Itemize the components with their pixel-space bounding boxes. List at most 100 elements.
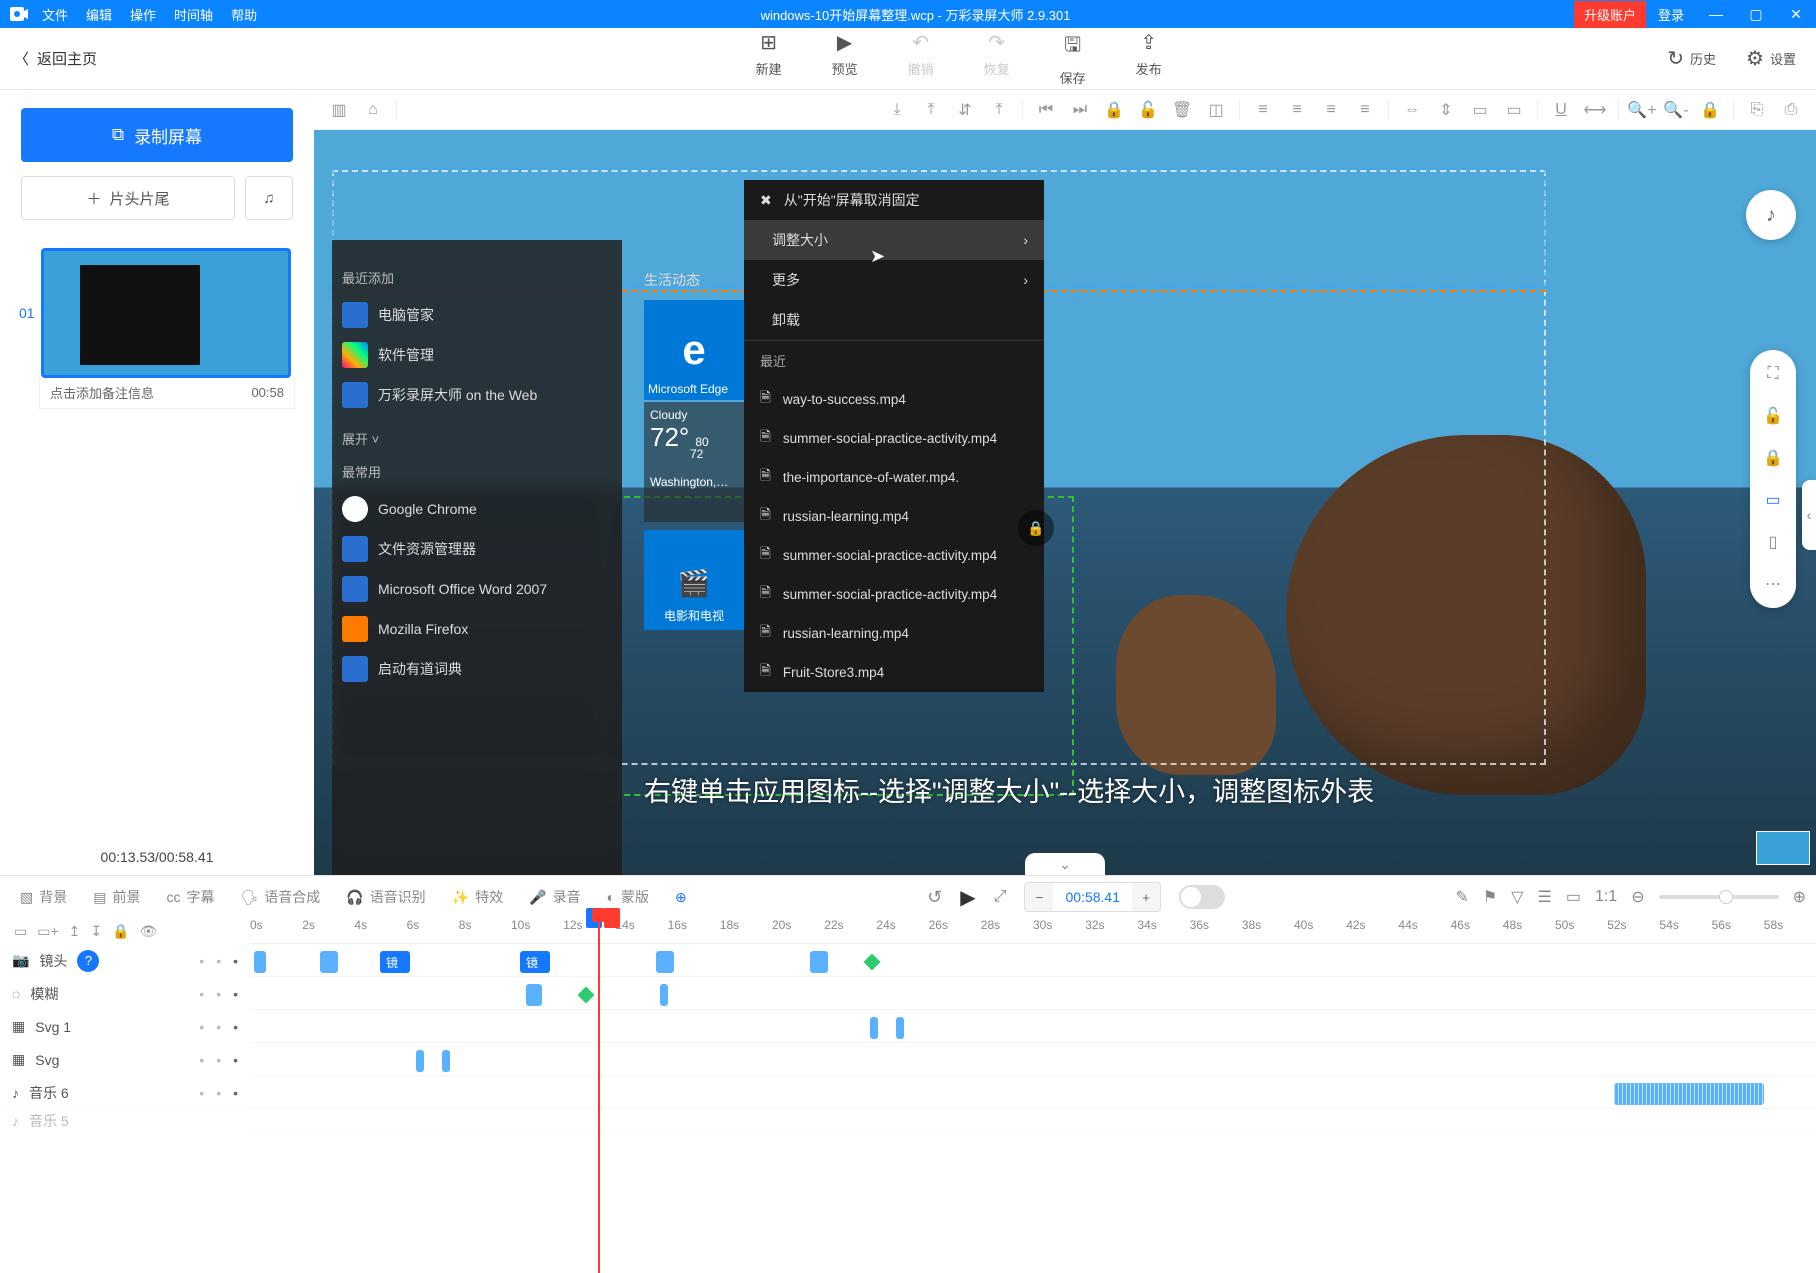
folder-plus-icon[interactable]: ▭+ [37,923,58,940]
upgrade-button[interactable]: 升级账户 [1574,1,1646,28]
track-label-svg[interactable]: ▦Svg••• [0,1043,250,1076]
undo-button[interactable]: ↶撤销 [908,30,934,87]
settings-button[interactable]: ⚙设置 [1746,46,1796,71]
window-maximize-icon[interactable]: ▢ [1736,6,1776,23]
timeline-tracks[interactable]: 0s2s4s6s8s10s12s14s16s18s20s22s24s26s28s… [250,918,1816,1108]
cm-file-item[interactable]: 🗎summer-social-practice-activity.mp4 [744,575,1044,614]
redo-button[interactable]: ↷恢复 [984,30,1010,87]
cm-more[interactable]: 更多› [744,260,1044,300]
record-screen-button[interactable]: ⧉ 录制屏幕 [21,108,293,162]
menu-help[interactable]: 帮助 [231,5,257,24]
tab-tts[interactable]: 🗣语音合成 [230,881,330,913]
visibility-icon[interactable]: 👁 [140,923,158,940]
down-icon[interactable]: ↧ [90,923,102,940]
clip-label[interactable]: 镜 [380,951,410,973]
music-fab-button[interactable]: ♪ [1746,190,1796,240]
lock-track-icon[interactable]: 🔒 [112,923,129,940]
tab-more[interactable]: ⊕ [665,883,697,912]
track-svg[interactable] [250,1043,1816,1076]
zoom-in-icon[interactable]: 🔍+ [1627,96,1657,124]
audio-clip[interactable] [1614,1083,1764,1105]
clip[interactable] [870,1017,878,1039]
ratio-icon[interactable]: 1:1 [1595,888,1617,906]
timeline-ruler[interactable]: 0s2s4s6s8s10s12s14s16s18s20s22s24s26s28s… [250,918,1816,944]
align-top-icon[interactable]: ⤒ [916,96,946,124]
group-icon[interactable]: ▭ [1465,96,1495,124]
paste-icon[interactable]: ⎙ [1776,96,1806,124]
help-icon[interactable]: ? [77,950,99,972]
cm-file-item[interactable]: 🗎summer-social-practice-activity.mp4 [744,536,1044,575]
trash-icon[interactable]: 🗑 [1167,96,1197,124]
snap-toggle[interactable] [1179,885,1225,909]
tab-foreground[interactable]: ▤前景 [83,881,150,913]
align-center-icon[interactable]: ≡ [1282,96,1312,124]
preview-button[interactable]: ▶预览 [832,30,858,87]
track-music[interactable] [250,1076,1816,1109]
folder-icon[interactable]: ▭ [14,923,27,940]
clip-thumbnail[interactable] [41,248,291,378]
tab-subtitle[interactable]: cc字幕 [156,881,224,913]
clip[interactable] [254,951,266,973]
playhead[interactable] [598,918,600,1273]
tab-asr[interactable]: 🎧语音识别 [336,881,435,913]
zoom-slider[interactable] [1659,895,1779,899]
menu-timeline[interactable]: 时间轴 [174,5,213,24]
align-justify-icon[interactable]: ≡ [1350,96,1380,124]
publish-button[interactable]: ⇪发布 [1136,30,1162,87]
clip-caption[interactable]: 点击添加备注信息 [50,383,154,402]
cm-file-item[interactable]: 🗎summer-social-practice-activity.mp4 [744,419,1044,458]
login-button[interactable]: 登录 [1646,5,1696,24]
distribute-v-icon[interactable]: ⇕ [1431,96,1461,124]
intro-outro-button[interactable]: ＋片头片尾 [21,176,235,220]
cm-file-item[interactable]: 🗎russian-learning.mp4 [744,614,1044,653]
copy-icon[interactable]: ⎘ [1742,96,1772,124]
unlock2-icon[interactable]: 🔓 [1761,404,1785,428]
download-icon[interactable]: ⤓ [882,96,912,124]
track-label-svg1[interactable]: ▦Svg 1••• [0,1010,250,1043]
unlock-icon[interactable]: 🔓 [1133,96,1163,124]
timeline-play-icon[interactable]: ▶ [960,885,975,910]
cm-uninstall[interactable]: 卸载 [744,300,1044,340]
time-plus-button[interactable]: + [1132,883,1160,911]
track-label-blur[interactable]: ◌模糊••• [0,977,250,1010]
time-minus-button[interactable]: − [1025,883,1053,911]
track-label-lens[interactable]: 📷镜头?••• [0,944,250,977]
track-svg1[interactable] [250,1010,1816,1043]
skip-end-icon[interactable]: ⏭ [1065,96,1095,124]
more-icon[interactable]: ⋯ [1761,572,1785,596]
list-icon[interactable]: ☰ [1537,887,1551,907]
timeline-rewind-icon[interactable]: ↺ [927,887,942,908]
align-right-icon[interactable]: ≡ [1316,96,1346,124]
window-minimize-icon[interactable]: — [1696,6,1736,22]
marker-icon[interactable]: ⚑ [1483,887,1497,907]
home-icon[interactable]: ⌂ [358,96,388,124]
zoom-in-tl-icon[interactable]: ⊕ [1793,887,1806,907]
zoom-out-tl-icon[interactable]: ⊖ [1631,887,1644,907]
menu-action[interactable]: 操作 [130,5,156,24]
lock2-icon[interactable]: 🔒 [1761,446,1785,470]
crop-icon[interactable]: ◫ [1201,96,1231,124]
keyframe[interactable] [578,987,595,1004]
pip-thumbnail[interactable] [1756,831,1810,865]
cm-file-item[interactable]: 🗎Fruit-Store3.mp4 [744,653,1044,692]
lock-icon[interactable]: 🔒 [1099,96,1129,124]
music-library-button[interactable]: ♫ [245,176,293,220]
playhead-handle-red[interactable] [604,908,620,928]
new-button[interactable]: ⊞新建 [756,30,782,87]
clip[interactable] [526,984,542,1006]
up-icon[interactable]: ↥ [69,923,81,940]
canvas-stage[interactable]: 最近添加 电脑管家 软件管理 万彩录屏大师 on the Web 展开 ˅ 最常… [314,130,1816,875]
clip[interactable] [810,951,828,973]
track-label-music[interactable]: ♪音乐 6••• [0,1076,250,1109]
align-bottom-icon[interactable]: ⤒ [984,96,1014,124]
right-edge-tab[interactable]: ‹ [1802,480,1816,550]
layout-icon[interactable]: ▥ [324,96,354,124]
lock-zoom-icon[interactable]: 🔒 [1695,96,1725,124]
stage-lock-icon[interactable]: 🔒 [1018,510,1054,546]
track-label-music2[interactable]: ♪音乐 5 [0,1109,250,1131]
edit-icon[interactable]: ✎ [1455,887,1468,907]
filter-icon[interactable]: ▽ [1511,887,1523,907]
tab-background[interactable]: ▧背景 [10,881,77,913]
cm-unpin[interactable]: ✖从"开始"屏幕取消固定 [744,180,1044,220]
monitor-icon[interactable]: ▭ [1761,488,1785,512]
